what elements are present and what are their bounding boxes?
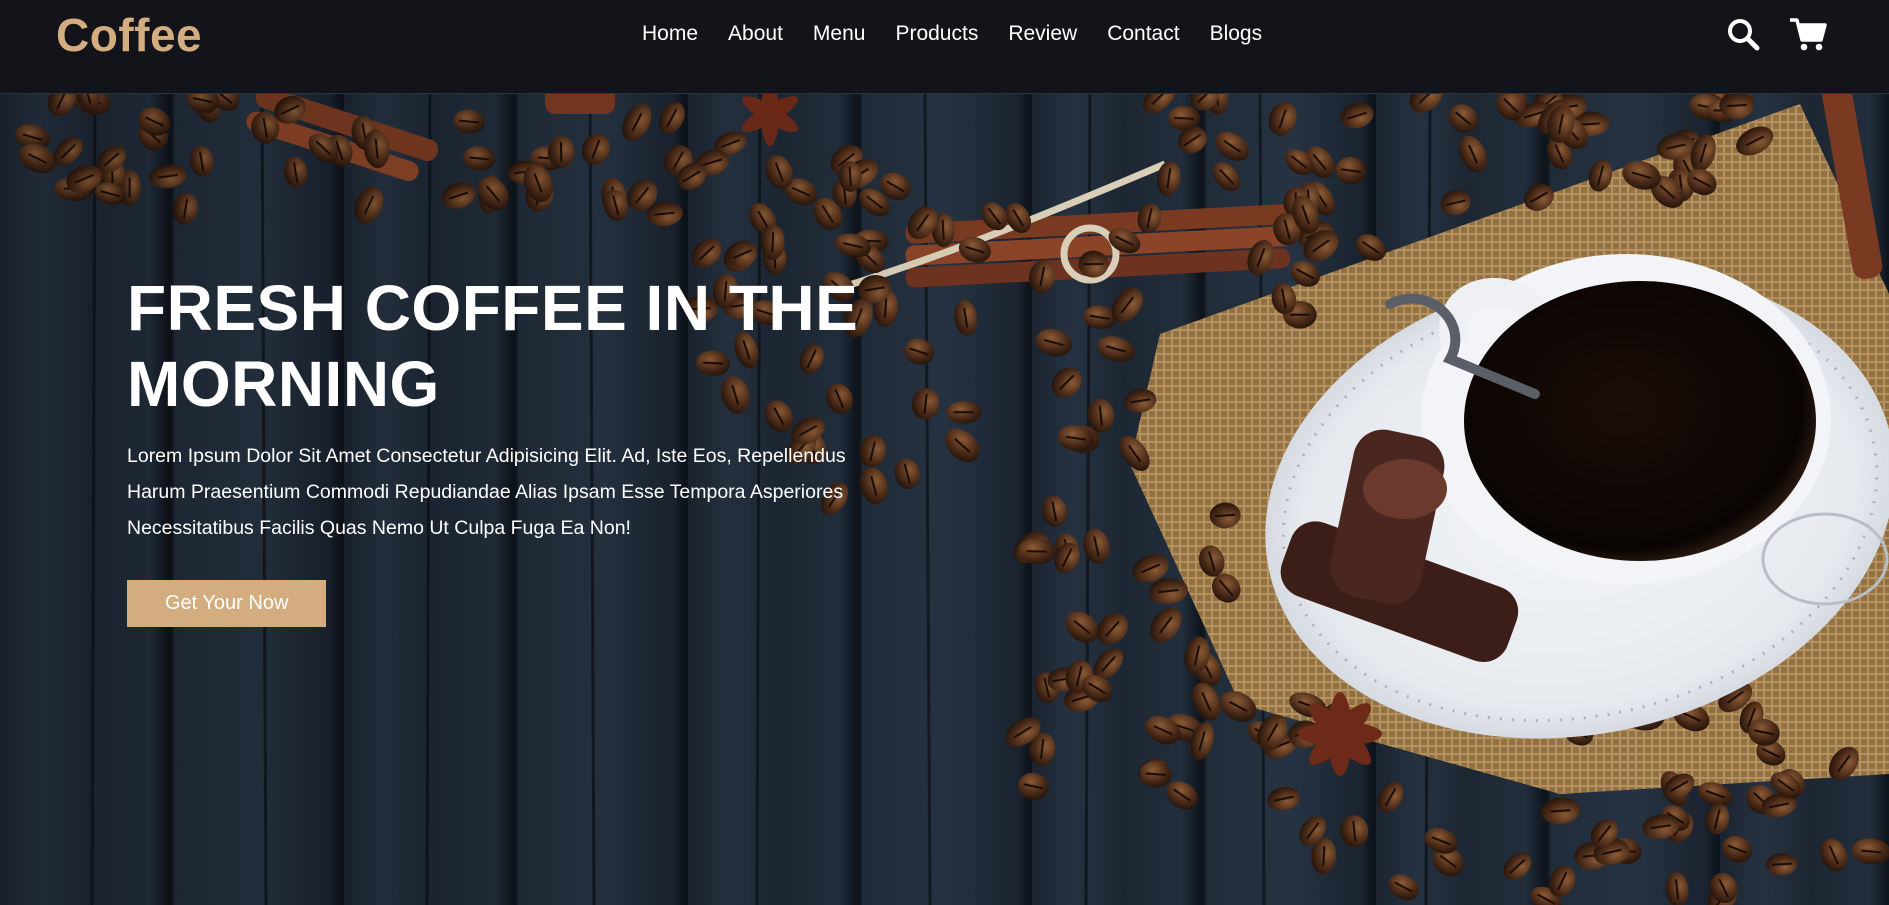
- header-icons: [1725, 16, 1827, 52]
- nav-review[interactable]: Review: [1008, 22, 1077, 46]
- main-nav: Home About Menu Products Review Contact …: [642, 22, 1262, 46]
- nav-products[interactable]: Products: [895, 22, 978, 46]
- get-your-now-button[interactable]: Get Your Now: [127, 580, 327, 627]
- nav-home[interactable]: Home: [642, 22, 698, 46]
- cart-icon[interactable]: [1789, 16, 1827, 52]
- logo[interactable]: Coffee: [56, 8, 202, 62]
- nav-menu[interactable]: Menu: [813, 22, 866, 46]
- search-icon[interactable]: [1725, 16, 1761, 52]
- hero-title: FRESH COFFEE IN THE MORNING: [127, 272, 859, 420]
- hero-description: Lorem Ipsum Dolor Sit Amet Consectetur A…: [127, 445, 846, 539]
- hero-content: FRESH COFFEE IN THE MORNING Lorem Ipsum …: [127, 270, 887, 627]
- site-header: Coffee Home About Menu Products Review C…: [0, 0, 1889, 94]
- nav-about[interactable]: About: [728, 22, 783, 46]
- nav-contact[interactable]: Contact: [1107, 22, 1179, 46]
- hero-section: FRESH COFFEE IN THE MORNING Lorem Ipsum …: [0, 94, 1889, 905]
- nav-blogs[interactable]: Blogs: [1210, 22, 1263, 46]
